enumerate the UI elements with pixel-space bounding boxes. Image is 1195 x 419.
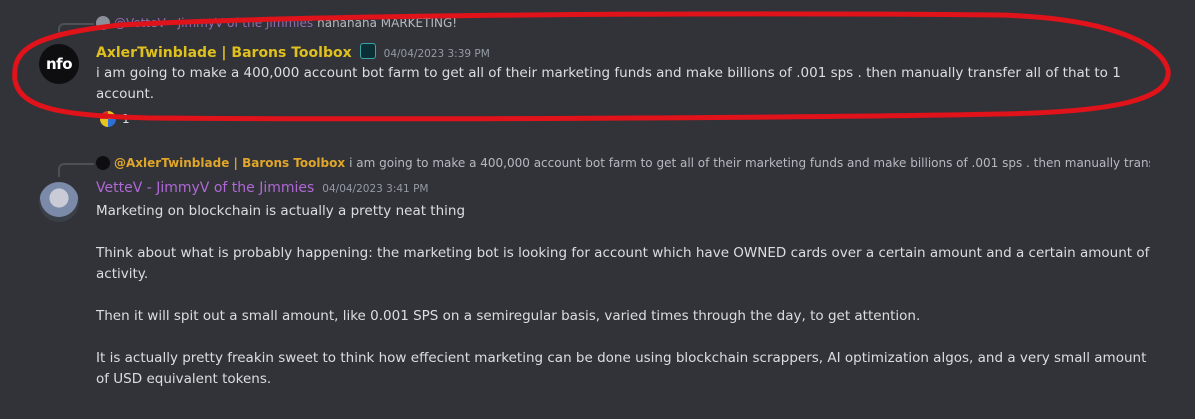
reply-preview[interactable]: @AxlerTwinblade | Barons Toolbox i am go… <box>96 156 1150 170</box>
avatar[interactable] <box>39 182 79 222</box>
reply-avatar <box>96 156 110 170</box>
message-header: VetteV - JimmyV of the Jimmies 04/04/202… <box>96 180 428 196</box>
reply-avatar <box>96 16 110 30</box>
message-content: Marketing on blockchain is actually a pr… <box>96 201 1176 390</box>
message-line: of USD equivalent tokens. <box>96 371 272 387</box>
reply-text[interactable]: i am going to make a 400,000 account bot… <box>349 156 1150 170</box>
username[interactable]: VetteV - JimmyV of the Jimmies <box>96 180 314 196</box>
reaction-count: 1 <box>122 112 130 126</box>
reply-connector <box>58 163 94 177</box>
reply-preview[interactable]: @VetteV - JimmyV of the Jimmies hahahaha… <box>96 16 516 30</box>
timestamp[interactable]: 04/04/2023 3:41 PM <box>322 183 428 195</box>
reply-author[interactable]: @AxlerTwinblade | Barons Toolbox <box>114 156 345 170</box>
message-line: Think about what is probably happening: … <box>96 245 1150 261</box>
reply-author[interactable]: @VetteV - JimmyV of the Jimmies <box>114 16 313 30</box>
reaction-emoji-icon <box>100 111 116 127</box>
message-content: i am going to make a 400,000 account bot… <box>96 63 1166 105</box>
username[interactable]: AxlerTwinblade | Barons Toolbox <box>96 45 352 61</box>
reaction-button[interactable]: 1 <box>100 111 130 127</box>
message-line: It is actually pretty freakin sweet to t… <box>96 350 1147 366</box>
message-line: account. <box>96 86 155 102</box>
message-line: Marketing on blockchain is actually a pr… <box>96 203 466 219</box>
avatar-logo-text: nfo <box>45 55 73 73</box>
reply-text[interactable]: hahahaha MARKETING! <box>317 16 457 30</box>
reply-connector <box>58 23 94 37</box>
server-tag-icon[interactable] <box>359 43 376 59</box>
message-line: activity. <box>96 266 149 282</box>
timestamp[interactable]: 04/04/2023 3:39 PM <box>384 48 490 60</box>
avatar[interactable]: nfo <box>39 44 79 84</box>
message-line: i am going to make a 400,000 account bot… <box>96 65 1121 81</box>
message-header: AxlerTwinblade | Barons Toolbox 04/04/20… <box>96 41 490 61</box>
message-line: Then it will spit out a small amount, li… <box>96 308 921 324</box>
